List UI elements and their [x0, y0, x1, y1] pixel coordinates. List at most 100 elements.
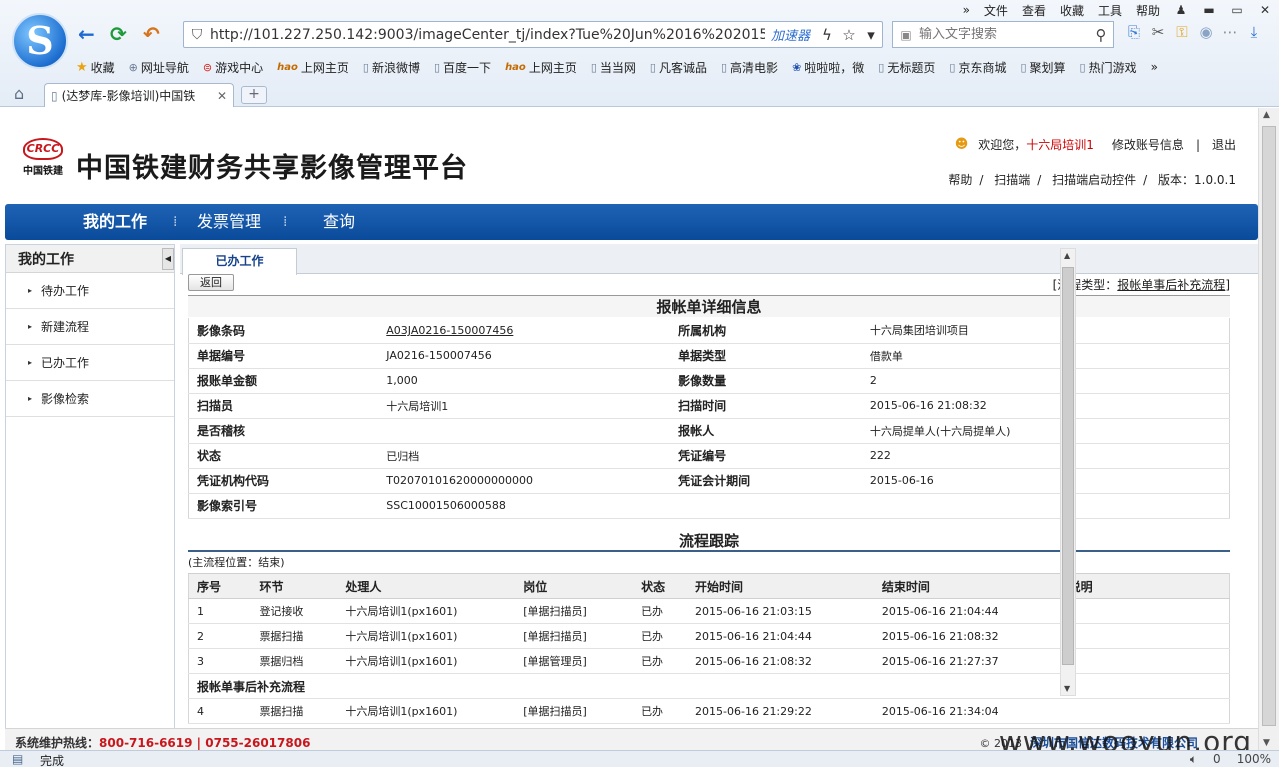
detail-value: SSC10001506000588 [378, 493, 671, 519]
sidebar-item-todo[interactable]: ▸ 待办工作 [6, 273, 174, 309]
collapse-arrow-icon[interactable]: ◀ [162, 248, 174, 270]
minimize-icon[interactable]: ▬ [1195, 3, 1223, 17]
edit-account-link[interactable]: 修改账号信息 [1112, 136, 1184, 153]
menu-view[interactable]: 查看 [1022, 2, 1046, 19]
favorite-item[interactable]: ⊕ 网址导航 [129, 59, 189, 76]
extension-icon[interactable]: ◉ [1194, 23, 1218, 41]
sidebar-item-done[interactable]: ▸ 已办工作 [6, 345, 174, 381]
address-url[interactable]: http://101.227.250.142:9003/imageCenter_… [210, 27, 765, 43]
favorite-item[interactable]: ▯ 凡客诚品 [650, 59, 707, 76]
flow-cell [1060, 623, 1230, 649]
favorite-item[interactable]: ▯ 当当网 [591, 59, 636, 76]
favorites-more-icon[interactable]: » [1151, 60, 1158, 74]
scroll-up-icon[interactable]: ▲ [1263, 110, 1270, 120]
nav-invoice-management[interactable]: 发票管理 [197, 204, 261, 240]
scanner-link[interactable]: 扫描端 [994, 173, 1030, 187]
return-button[interactable]: 返回 [188, 274, 234, 291]
zoom-level[interactable]: 100% [1237, 752, 1271, 767]
maximize-icon[interactable]: ▭ [1223, 3, 1251, 17]
image-barcode-link[interactable]: A03JA0216-150007456 [378, 318, 671, 344]
favorite-item[interactable]: ▯ 聚划算 [1020, 59, 1065, 76]
key-icon[interactable]: ⚿ [1170, 23, 1194, 41]
scroll-down-icon[interactable]: ▼ [1263, 738, 1270, 748]
menu-tools[interactable]: 工具 [1098, 2, 1122, 19]
flow-cell: 2 [188, 623, 252, 649]
tab-done-work[interactable]: 已办工作 [182, 248, 297, 275]
address-bar[interactable]: ⛉ http://101.227.250.142:9003/imageCente… [183, 21, 883, 48]
refresh-icon[interactable]: ⟳ [110, 23, 127, 45]
logout-link[interactable]: 退出 [1212, 136, 1236, 153]
nav-my-work[interactable]: 我的工作 [83, 204, 147, 240]
detail-label [670, 493, 862, 519]
star-icon[interactable]: ☆ [838, 26, 860, 44]
menu-help[interactable]: 帮助 [1136, 2, 1160, 19]
browser-tab-active[interactable]: ▯ (达梦库-影像培训)中国铁 ✕ [44, 83, 234, 107]
menu-file[interactable]: 文件 [984, 2, 1008, 19]
favorite-item[interactable]: ★ 收藏 [76, 59, 115, 76]
favorite-item[interactable]: ▯ 高清电影 [721, 59, 778, 76]
browser-window: S » 文件 查看 收藏 工具 帮助 ♟ ▬ ▭ ✕ ← ⟳ ↶ ⛉ http:… [0, 0, 1279, 767]
search-engine-icon[interactable]: ▣ [893, 28, 919, 42]
home-icon[interactable]: ⌂ [14, 84, 24, 103]
search-input[interactable] [919, 27, 1089, 42]
browser-logo-icon[interactable]: S [12, 13, 68, 69]
accelerator-label[interactable]: 加速器 [771, 25, 810, 44]
favorite-label: 聚划算 [1029, 60, 1066, 75]
scroll-thumb[interactable] [1262, 126, 1276, 726]
more-tools-icon[interactable]: ⋯ [1218, 23, 1242, 41]
flow-cell: 已办 [633, 698, 688, 724]
new-tab-button[interactable]: + [241, 86, 267, 104]
help-link[interactable]: 帮助 [948, 173, 972, 187]
browser-menubar: » 文件 查看 收藏 工具 帮助 ♟ ▬ ▭ ✕ [956, 0, 1279, 20]
skin-icon[interactable]: ♟ [1167, 3, 1195, 17]
flow-cell: 十六局培训1(px1601) [337, 648, 516, 674]
close-icon[interactable]: ✕ [1251, 3, 1279, 17]
favorite-item[interactable]: ▯ 百度一下 [434, 59, 491, 76]
flow-cell: 2015-06-16 21:03:15 [687, 598, 874, 624]
scissors-icon[interactable]: ✂ [1146, 23, 1170, 41]
speaker-icon[interactable]: 🔈︎ [1190, 752, 1197, 767]
scroll-down-icon[interactable]: ▼ [1064, 684, 1070, 693]
back-arrow-icon[interactable]: ← [78, 23, 95, 45]
scroll-up-icon[interactable]: ▲ [1064, 251, 1070, 260]
download-doc-icon[interactable]: ⎘ [1122, 23, 1146, 41]
favorite-label: 网址导航 [140, 60, 189, 75]
search-icon[interactable]: ⚲ [1089, 26, 1113, 44]
detail-value: 2015-06-16 [861, 468, 1230, 494]
sidebar-item-image-search[interactable]: ▸ 影像检索 [6, 381, 174, 417]
favorite-item[interactable]: ▯ 无标题页 [878, 59, 935, 76]
tab-close-icon[interactable]: ✕ [217, 89, 227, 103]
flow-column-header: 开始时间 [687, 573, 874, 599]
sidebar-item-new-flow[interactable]: ▸ 新建流程 [6, 309, 174, 345]
menu-more-icon[interactable]: » [963, 3, 970, 17]
favorite-label: 啦啦啦，微 [804, 60, 865, 75]
scanner-control-link[interactable]: 扫描端启动控件 [1052, 173, 1136, 187]
crcc-logo: CRCC 中国铁建 [16, 138, 70, 182]
favorite-item[interactable]: ❀ 啦啦啦，微 [792, 59, 864, 76]
nav-query[interactable]: 查询 [323, 204, 355, 240]
web-page: CRCC 中国铁建 中国铁建财务共享影像管理平台 ☻ 欢迎您， 十六局培训1 修… [0, 108, 1258, 750]
content-scrollbar[interactable]: ▲ ▼ [1060, 248, 1076, 696]
flow-cell: [单据扫描员] [515, 623, 634, 649]
menu-favorites[interactable]: 收藏 [1060, 2, 1084, 19]
favorite-item[interactable]: ▯ 热门游戏 [1080, 59, 1137, 76]
favorite-item[interactable]: ▯ 新浪微博 [363, 59, 420, 76]
favorite-item[interactable]: hao 上网主页 [277, 59, 349, 76]
favorite-item[interactable]: hao 上网主页 [505, 59, 577, 76]
dropdown-arrow-icon[interactable]: ▾ [860, 26, 882, 44]
sidebar-item-label: 已办工作 [41, 356, 90, 370]
page-scrollbar[interactable]: ▲ ▼ [1258, 108, 1279, 750]
favorite-item[interactable]: ▯ 京东商城 [949, 59, 1006, 76]
page-icon: ▯ [590, 60, 597, 74]
download-icon[interactable]: ⤓ [1242, 23, 1266, 41]
favorite-item[interactable]: ⊜ 游戏中心 [203, 59, 263, 76]
undo-icon[interactable]: ↶ [143, 23, 160, 45]
flow-type-link[interactable]: 报帐单事后补充流程 [1117, 278, 1225, 292]
favorite-label: 京东商城 [958, 60, 1007, 75]
flow-column-header: 结束时间 [873, 573, 1061, 599]
favorite-label: 当当网 [599, 60, 636, 75]
download-count[interactable]: 0 [1213, 752, 1221, 767]
lightning-icon[interactable]: ϟ [816, 26, 838, 44]
crcc-logo-caption: 中国铁建 [23, 166, 63, 177]
scroll-thumb[interactable] [1062, 267, 1074, 665]
